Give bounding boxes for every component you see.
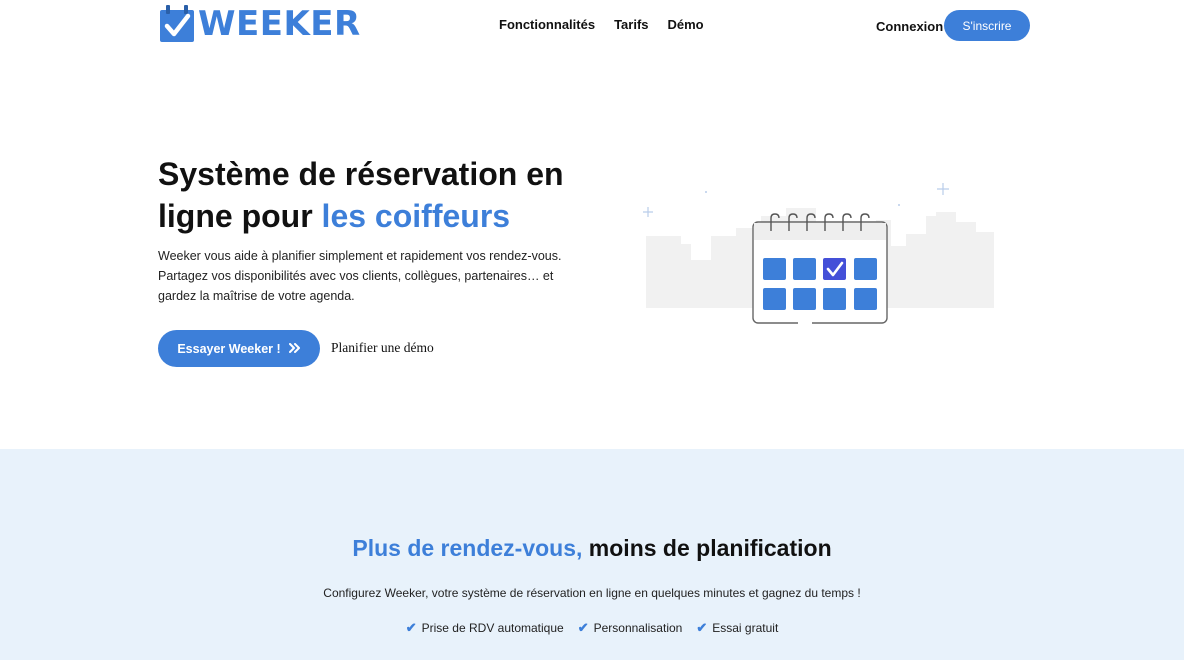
check-icon: ✔ bbox=[405, 620, 417, 635]
feature-label: Personnalisation bbox=[593, 621, 683, 635]
feature-list: ✔ Prise de RDV automatique ✔ Personnalis… bbox=[0, 620, 1184, 636]
section-description: Configurez Weeker, votre système de rése… bbox=[323, 586, 861, 600]
nav-demo[interactable]: Démo bbox=[668, 17, 704, 32]
feature-item: ✔ Essai gratuit bbox=[696, 620, 778, 636]
feature-label: Essai gratuit bbox=[712, 621, 779, 635]
hero-title-accent: les coiffeurs bbox=[321, 198, 511, 234]
nav-tarifs[interactable]: Tarifs bbox=[614, 17, 648, 32]
plan-demo-link[interactable]: Planifier une démo bbox=[331, 340, 434, 356]
feature-item: ✔ Personnalisation bbox=[578, 620, 683, 636]
double-chevron-right-icon bbox=[288, 342, 301, 356]
hero-title: Système de réservation en ligne pour les… bbox=[158, 153, 598, 237]
section-title: Plus de rendez-vous, moins de planificat… bbox=[0, 535, 1184, 562]
try-weeker-label: Essayer Weeker ! bbox=[177, 341, 281, 356]
feature-item: ✔ Prise de RDV automatique bbox=[406, 620, 564, 636]
logo-text: WEEKER bbox=[198, 4, 361, 44]
feature-label: Prise de RDV automatique bbox=[421, 621, 564, 635]
signup-button[interactable]: S'inscrire bbox=[944, 10, 1030, 41]
check-icon: ✔ bbox=[577, 620, 589, 635]
site-header: WEEKER Fonctionnalités Tarifs Démo Conne… bbox=[0, 0, 1184, 56]
calendar-illustration bbox=[636, 176, 998, 337]
try-weeker-button[interactable]: Essayer Weeker ! bbox=[158, 330, 320, 367]
calendar-check-logo-icon bbox=[158, 4, 196, 44]
section-title-rest: moins de planification bbox=[582, 535, 832, 561]
nav-fonctionnalites[interactable]: Fonctionnalités bbox=[499, 17, 595, 32]
hero-description: Weeker vous aide à planifier simplement … bbox=[158, 249, 562, 303]
login-link[interactable]: Connexion bbox=[876, 19, 943, 34]
check-icon: ✔ bbox=[696, 620, 708, 635]
logo[interactable]: WEEKER bbox=[158, 4, 361, 44]
section-title-accent: Plus de rendez-vous, bbox=[352, 535, 583, 561]
main-nav: Fonctionnalités Tarifs Démo bbox=[499, 17, 704, 32]
